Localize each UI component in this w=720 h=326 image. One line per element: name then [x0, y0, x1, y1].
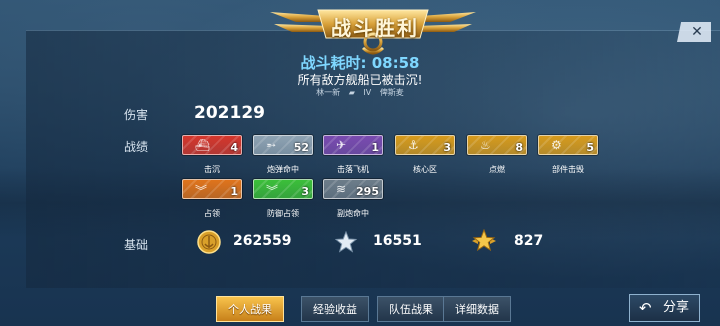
ship-name: 俾斯麦: [379, 88, 404, 97]
ship-icon: ⛴: [195, 138, 211, 152]
ship-tier: IV: [363, 88, 372, 97]
xp-star-icon: [335, 231, 357, 253]
fire-icon: ♨: [480, 138, 491, 152]
tab-detailed-data[interactable]: 详细数据: [443, 296, 511, 322]
achievement-label: 点燃: [489, 165, 505, 174]
commander-name: 林一新: [316, 88, 341, 97]
achievement-badge: ⚙ 5: [538, 135, 598, 155]
credits-coin-icon: [197, 230, 221, 254]
ship-info: 林一新 ▰ IV 俾斯麦: [0, 87, 720, 98]
achievement-label: 部件击毁: [552, 165, 584, 174]
achievement-count: 52: [293, 141, 309, 154]
credits-value: 262559: [233, 233, 292, 249]
achievement-badge: ✈ 1: [323, 135, 383, 155]
page-title: 战斗胜利: [331, 16, 419, 40]
damage-label: 伤害: [124, 108, 149, 122]
chevron-icon: ︾: [266, 184, 279, 198]
achievement-badge: ︾ 1: [182, 179, 242, 199]
achievement-count: 1: [230, 185, 238, 198]
commander-xp-star-icon: [472, 229, 496, 252]
achievement-label: 核心区: [413, 165, 437, 174]
achievement-label: 防御占领: [267, 209, 299, 218]
achievement-label: 击落飞机: [337, 165, 369, 174]
gear-icon: ⚙: [551, 138, 562, 152]
achievement-badge: ≋ 295: [323, 179, 383, 199]
close-button[interactable]: ✕: [677, 22, 711, 42]
achievement-count: 3: [301, 185, 309, 198]
chevron-icon: ︾: [195, 184, 208, 198]
achievement-badge: ➵ 52: [253, 135, 313, 155]
achievement-badge: ♨ 8: [467, 135, 527, 155]
nation-flag-icon: ▰: [348, 88, 355, 97]
battle-time-label: 战斗耗时:: [300, 54, 367, 72]
tab-team-results[interactable]: 队伍战果: [377, 296, 445, 322]
achievement-label: 炮弹命中: [267, 165, 299, 174]
achievement-label: 击沉: [204, 165, 220, 174]
achievement-count: 1: [371, 141, 379, 154]
achievements-label: 战绩: [124, 140, 149, 154]
achievement-count: 295: [356, 185, 379, 198]
achievement-badge: ⛴ 4: [182, 135, 242, 155]
xp-value: 16551: [373, 233, 422, 249]
plane-icon: ✈: [336, 138, 347, 152]
commander-xp-value: 827: [514, 233, 544, 249]
share-button[interactable]: ↶ 分享: [629, 294, 700, 322]
achievement-label: 占领: [204, 209, 220, 218]
share-label: 分享: [663, 300, 690, 315]
battle-time-value: 08:58: [371, 54, 420, 72]
shell-icon: ➵: [266, 138, 277, 152]
achievement-count: 4: [230, 141, 238, 154]
achievement-count: 5: [586, 141, 594, 154]
tab-personal-results[interactable]: 个人战果: [216, 296, 284, 322]
damage-value: 202129: [194, 103, 265, 123]
result-text: 所有敌方舰船已被击沉!: [297, 73, 423, 87]
close-icon: ✕: [691, 24, 703, 40]
achievement-count: 3: [443, 141, 451, 154]
secondary-icon: ≋: [336, 182, 347, 196]
achievement-label: 副炮命中: [337, 209, 369, 218]
share-arrow-icon: ↶: [639, 299, 652, 317]
achievement-badge: ︾ 3: [253, 179, 313, 199]
tab-xp-earnings[interactable]: 经验收益: [301, 296, 369, 322]
battle-time: 战斗耗时: 08:58: [0, 52, 720, 73]
citadel-icon: ⚓: [408, 138, 419, 152]
achievement-badge: ⚓ 3: [395, 135, 455, 155]
base-label: 基础: [124, 238, 149, 252]
achievement-count: 8: [515, 141, 523, 154]
